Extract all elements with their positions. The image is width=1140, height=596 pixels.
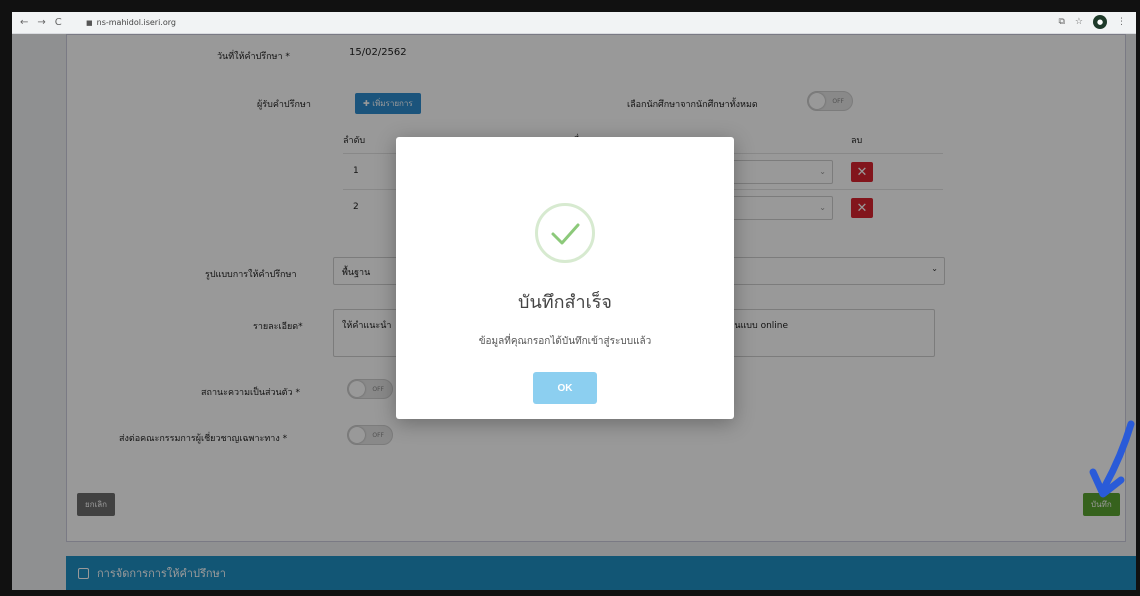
lock-icon: ■	[86, 18, 93, 27]
address-bar[interactable]: ns-mahidol.iseri.org	[97, 18, 176, 27]
success-check-icon	[535, 203, 595, 263]
screenshot-frame: ← → C ■ ns-mahidol.iseri.org ⧉ ☆ ● ⋮ วัน…	[0, 0, 1140, 596]
annotation-arrow-icon	[1089, 420, 1135, 498]
profile-avatar-icon[interactable]: ●	[1093, 15, 1107, 29]
browser-nav: ← → C	[20, 17, 80, 28]
checkmark-icon	[551, 223, 580, 245]
translate-icon[interactable]: ⧉	[1058, 17, 1064, 27]
menu-kebab-icon[interactable]: ⋮	[1117, 17, 1126, 27]
screen: ← → C ■ ns-mahidol.iseri.org ⧉ ☆ ● ⋮ วัน…	[12, 12, 1136, 590]
dialog-message: ข้อมูลที่คุณกรอกได้บันทึกเข้าสู่ระบบแล้ว	[478, 336, 652, 347]
dialog-title: บันทึกสำเร็จ	[518, 292, 612, 313]
forward-icon[interactable]: →	[37, 17, 45, 28]
ok-button[interactable]: OK	[533, 372, 597, 404]
success-dialog: บันทึกสำเร็จ ข้อมูลที่คุณกรอกได้บันทึกเข…	[396, 137, 734, 419]
back-icon[interactable]: ←	[20, 17, 28, 28]
reload-icon[interactable]: C	[55, 17, 62, 28]
browser-actions: ⧉ ☆ ● ⋮	[1058, 15, 1126, 29]
browser-toolbar: ← → C ■ ns-mahidol.iseri.org ⧉ ☆ ● ⋮	[12, 12, 1136, 34]
bookmark-star-icon[interactable]: ☆	[1075, 17, 1083, 27]
